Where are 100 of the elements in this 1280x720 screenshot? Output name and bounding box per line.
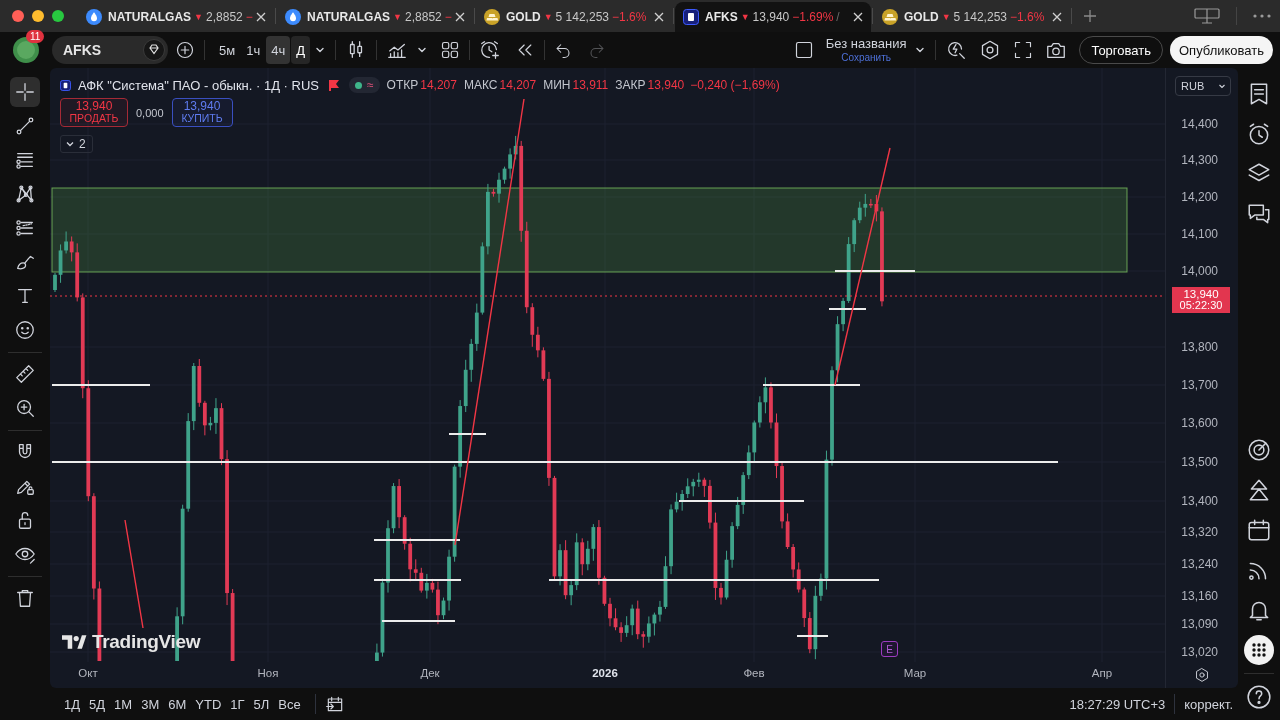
window-zoom-icon[interactable] [52,10,64,22]
chart-tab[interactable]: AFKS ▼ 13,940 −1.69% / [675,2,871,32]
chevron-down-icon [65,139,75,149]
help-icon[interactable] [1246,684,1272,710]
logo-icon [62,634,87,650]
grid-icon[interactable] [440,40,460,60]
square-icon[interactable] [793,40,814,60]
notification-count: 11 [26,30,45,43]
settings-icon[interactable] [1194,667,1210,683]
plus-circle-icon[interactable] [175,40,195,60]
window-close-icon[interactable] [12,10,24,22]
chart-tab[interactable]: NATURALGAS ▼ 2,8852 − [277,2,473,32]
ohlc-value: 13,940 [647,78,685,92]
range-button[interactable]: 1Д [60,692,85,716]
range-button[interactable]: 5Л [249,692,274,716]
sell-button[interactable]: 13,940 ПРОДАТЬ [60,98,128,127]
price-scale-label: 13,800 [1181,340,1218,354]
event-marker[interactable]: E [881,641,898,657]
toolbar-button[interactable]: Опубликовать [1170,36,1273,64]
symbol-logo-icon [683,9,699,25]
time-scale-label: Дек [420,667,440,679]
symbol-logo-icon [60,79,71,91]
price-scale-label: 14,200 [1181,190,1218,204]
trend-line[interactable] [124,519,144,629]
close-icon[interactable] [853,12,863,22]
range-button[interactable]: 3М [137,692,164,716]
bar-countdown: 05:22:30 [1179,300,1223,312]
price-scale-label: 14,100 [1181,227,1218,241]
alarm-clock-icon[interactable] [479,39,501,61]
interval-button[interactable]: 1ч [241,36,266,64]
price-scale-label: 13,020 [1181,645,1218,659]
interval-button[interactable]: 5м [214,36,241,64]
close-icon[interactable] [256,12,266,22]
ohlc-label: МАКС [463,78,498,92]
symbol-search-field[interactable]: AFKS [52,36,168,64]
spread-value: 0,000 [136,106,164,119]
horizontal-line[interactable] [449,433,486,435]
target-icon[interactable] [1246,437,1272,463]
caret-icon [1218,82,1226,90]
pattern-icon [14,183,36,205]
range-button[interactable]: 1Г [226,692,249,716]
price-change: −0,240 (−1,69%) [690,78,780,92]
price-scale-label: 13,320 [1181,525,1218,539]
drawing-tool-button[interactable] [10,77,40,107]
trend-line[interactable] [834,147,891,386]
forecast-lines-icon [14,217,36,239]
price-scale-label: 13,400 [1181,494,1218,508]
buy-button[interactable]: 13,940 КУПИТЬ [171,98,233,127]
save-link[interactable]: Сохранить [841,51,891,63]
close-icon[interactable] [654,12,664,22]
ohlc-value: 14,207 [499,78,537,92]
ohlc-label: ЗАКР [615,78,646,92]
price-scale-label: 13,500 [1181,455,1218,469]
trash-icon [14,587,36,609]
range-button[interactable]: 1М [110,692,137,716]
interval-button[interactable]: Д [291,36,310,64]
monitor-layout-icon[interactable] [1194,8,1220,24]
range-button[interactable]: YTD [191,692,226,716]
range-button[interactable]: Все [274,692,305,716]
flag-icon[interactable] [328,79,340,91]
price-scale-label: 13,160 [1181,589,1218,603]
ohlc-label: МИН [543,78,571,92]
undo-icon[interactable] [554,41,572,59]
currency-dropdown[interactable]: RUB [1175,76,1231,96]
status-sign: ≈ [367,78,374,92]
apps-grid-icon[interactable] [1244,635,1274,665]
lightning-search-icon[interactable] [945,39,968,61]
ohlc-value: 14,207 [420,78,457,92]
range-button[interactable]: 5Д [85,692,110,716]
crosshair-icon [14,81,36,103]
ruler-icon [14,363,36,385]
layout-name[interactable]: Без названия [825,37,907,52]
close-icon[interactable] [1052,12,1062,22]
drop-icon [86,9,102,25]
timezone-clock[interactable]: 18:27:29 UTC+3 [1069,696,1166,712]
zoom-in-icon [14,397,36,419]
chart-tab[interactable]: NATURALGAS ▼ 2,8852 − [78,2,274,32]
market-status-pill[interactable]: ≈ [349,77,380,93]
collapse-button[interactable]: 2 [60,135,93,153]
adjustment-button[interactable]: коррект. [1184,696,1233,712]
ohlc-value: 13,911 [572,78,609,92]
price-scale-label: 14,300 [1181,153,1218,167]
window-minimize-icon[interactable] [32,10,44,22]
time-scale-label: Апр [1091,667,1113,679]
trend-line[interactable] [454,98,525,546]
interval-button[interactable]: 4ч [266,36,291,64]
close-icon[interactable] [455,12,465,22]
range-button[interactable]: 6М [164,692,191,716]
calendar-arrow-icon[interactable] [324,694,345,714]
more-icon[interactable] [1253,14,1271,18]
chart-tab[interactable]: GOLD ▼ 5 142,253 −1.6% [874,2,1070,32]
calendar-icon[interactable] [1246,517,1272,543]
smiley-icon [14,319,36,341]
price-scale-label: 13,090 [1181,617,1218,631]
time-scale-label: 2026 [592,667,618,679]
plus-icon[interactable] [1083,9,1097,23]
chart-tab[interactable]: GOLD ▼ 5 142,253 −1.6% [476,2,672,32]
price-scale-label: 13,700 [1181,378,1218,392]
fullscreen-icon[interactable] [1013,40,1034,60]
chart-title[interactable]: АФК "Система" ПАО - обыкн. · 1Д · RUS [78,77,319,93]
